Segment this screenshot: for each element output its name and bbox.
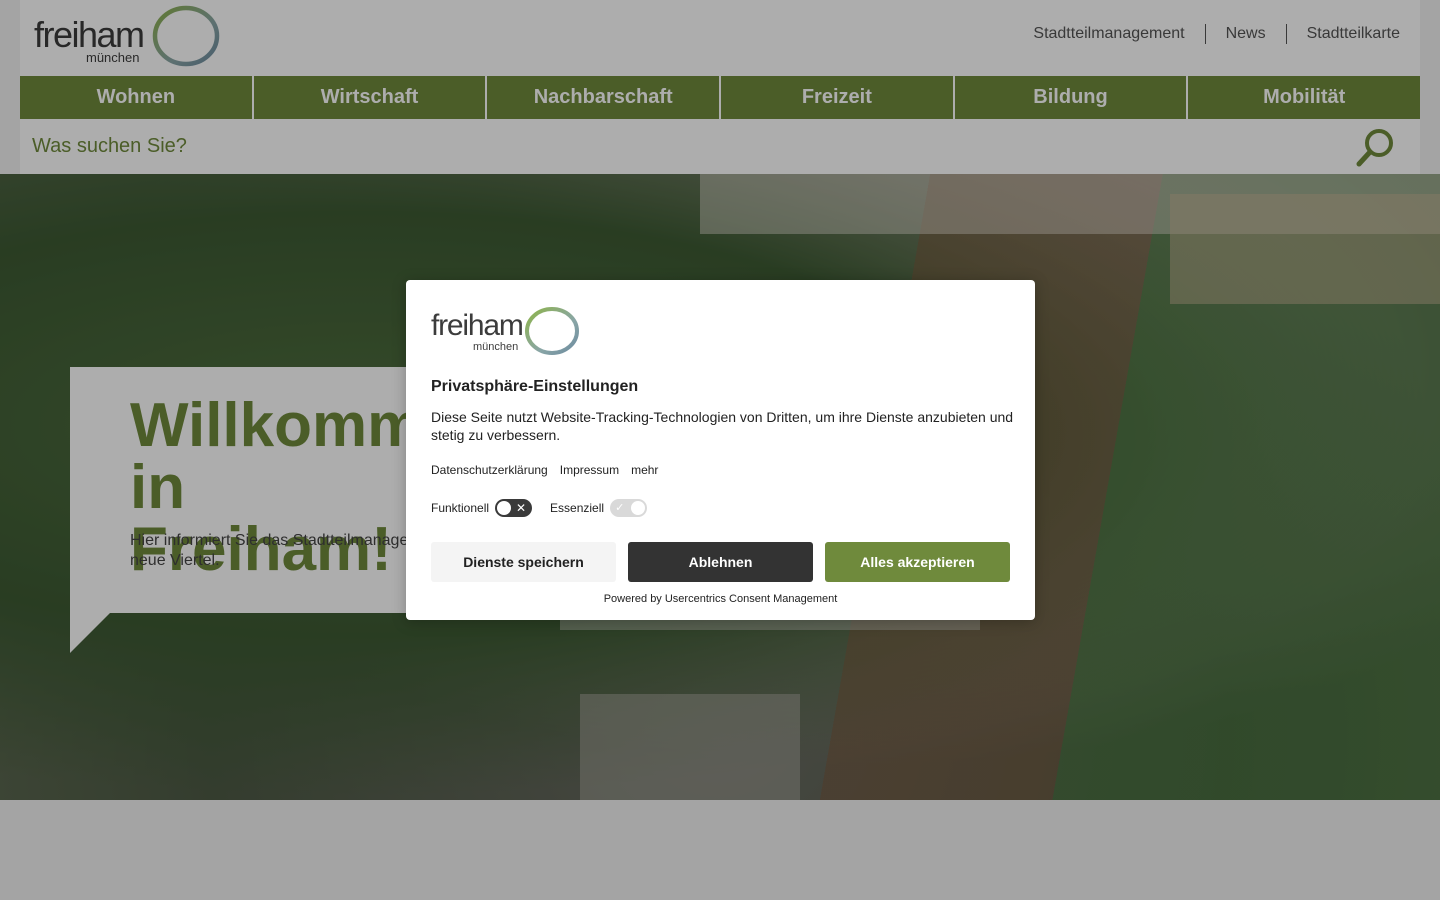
consent-text: Diese Seite nutzt Website-Tracking-Techn…	[431, 409, 1014, 443]
accept-all-button[interactable]: Alles akzeptieren	[825, 542, 1010, 582]
link-mehr[interactable]: mehr	[631, 463, 658, 477]
consent-buttons: Dienste speichern Ablehnen Alles akzepti…	[431, 542, 1010, 582]
dialog-logo-subtitle: münchen	[473, 341, 519, 353]
decline-button[interactable]: Ablehnen	[628, 542, 813, 582]
close-icon: ✕	[515, 501, 527, 515]
dialog-logo: freiham münchen	[431, 305, 581, 357]
toggle-knob	[497, 501, 512, 515]
consent-toggles: Funktionell ✕ Essenziell ✓	[431, 499, 648, 517]
dialog-logo-ring-icon	[525, 307, 579, 355]
toggle-funktionell[interactable]: ✕	[495, 499, 533, 517]
consent-links: Datenschutzerklärung Impressum mehr	[431, 463, 658, 477]
toggle-label-funktionell: Funktionell	[431, 501, 490, 515]
dialog-logo-wordmark: freiham	[431, 309, 524, 342]
toggle-label-essenziell: Essenziell	[550, 501, 605, 515]
check-icon: ✓	[615, 502, 625, 514]
powered-by-text[interactable]: Powered by Usercentrics Consent Manageme…	[406, 593, 1035, 605]
link-datenschutz[interactable]: Datenschutzerklärung	[431, 463, 548, 477]
consent-title: Privatsphäre-Einstellungen	[431, 378, 639, 395]
save-services-button[interactable]: Dienste speichern	[431, 542, 616, 582]
toggle-knob	[631, 501, 646, 515]
link-impressum[interactable]: Impressum	[560, 463, 619, 477]
toggle-essenziell: ✓	[610, 499, 648, 517]
consent-dialog: freiham münchen Privatsphäre-Einstellung…	[406, 280, 1035, 620]
